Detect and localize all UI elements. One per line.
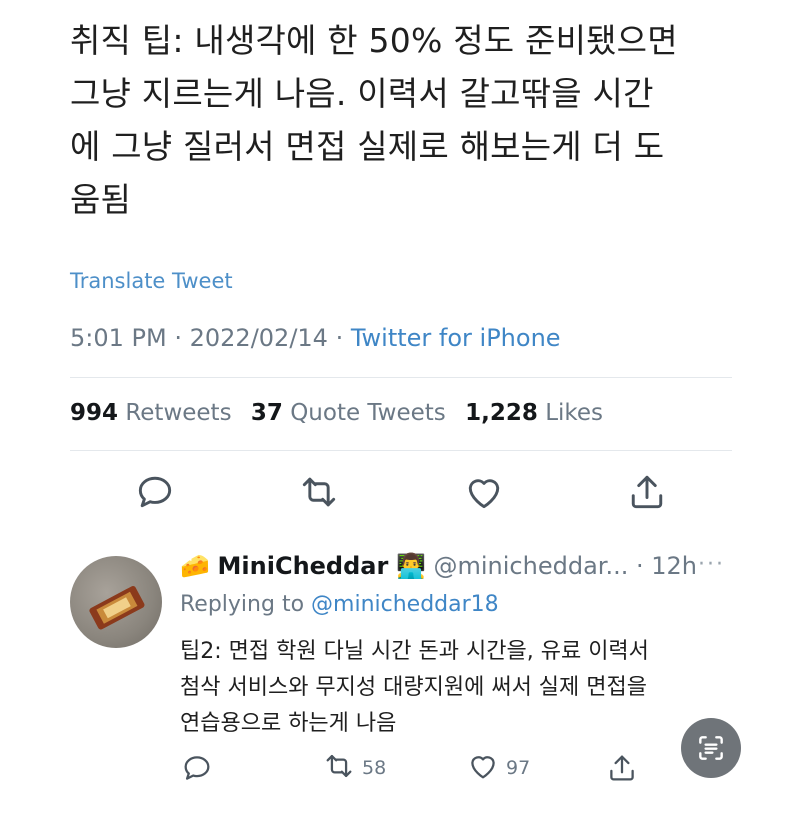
tweet-stats: 994 Retweets 37 Quote Tweets 1,228 Likes — [70, 400, 603, 426]
reply-body: 팁2: 면접 학원 다닐 시간 돈과 시간을, 유료 이력서 첨삭 서비스와 무… — [180, 634, 740, 742]
divider — [70, 450, 732, 451]
technologist-icon: 👨‍💻 — [395, 552, 426, 580]
cheese-icon: 🧀 — [180, 552, 210, 580]
tweet-body: 취직 팁: 내생각에 한 50% 정도 준비됐으면 그냥 지르는게 나음. 이력… — [70, 14, 760, 226]
tweet-source[interactable]: Twitter for iPhone — [351, 324, 561, 352]
divider — [70, 377, 732, 378]
text-scan-icon[interactable] — [681, 718, 741, 778]
tweet-date[interactable]: 2022/02/14 — [190, 324, 328, 352]
replying-to-mention[interactable]: @minicheddar18 — [311, 592, 499, 617]
tweet-action-bar — [0, 470, 800, 514]
reply-retweet-button[interactable]: 58 — [322, 748, 386, 788]
like-icon[interactable] — [462, 470, 506, 514]
reply-reply-icon[interactable] — [180, 748, 214, 788]
tweet-time: 5:01 PM — [70, 324, 167, 352]
tweet-line: 그냥 지르는게 나음. 이력서 갈고딲을 시간 — [70, 74, 654, 113]
reply-action-bar: 58 97 — [0, 748, 800, 788]
reply-display-name[interactable]: MiniCheddar — [218, 552, 389, 580]
tweet-detail-page: 취직 팁: 내생각에 한 50% 정도 준비됐으면 그냥 지르는게 나음. 이력… — [0, 0, 800, 820]
reply-icon[interactable] — [133, 470, 177, 514]
reply-like-button[interactable]: 97 — [466, 748, 530, 788]
reply-line: 첨삭 서비스와 무지성 대량지원에 써서 실제 면접을 — [180, 675, 648, 700]
reply-age: · 12h — [635, 552, 697, 580]
like-icon — [466, 749, 500, 787]
tweet-line: 움됨 — [70, 180, 132, 219]
translate-tweet-link[interactable]: Translate Tweet — [70, 269, 233, 293]
retweet-icon — [322, 749, 356, 787]
retweets-stat[interactable]: 994 Retweets — [70, 400, 232, 426]
reply-retweet-count: 58 — [362, 757, 387, 779]
tweet-line: 에 그냥 질러서 면접 실제로 해보는게 더 도 — [70, 127, 665, 166]
reply-line: 팁2: 면접 학원 다닐 시간 돈과 시간을, 유료 이력서 — [180, 639, 649, 664]
reply-line: 연습용으로 하는게 나음 — [180, 711, 397, 736]
reply-handle[interactable]: @minicheddar... — [434, 552, 629, 580]
reply-like-count: 97 — [506, 757, 531, 779]
quote-tweets-stat[interactable]: 37 Quote Tweets — [251, 400, 446, 426]
reply-header: 🧀 MiniCheddar 👨‍💻 @minicheddar... · 12h — [180, 552, 697, 580]
share-icon[interactable] — [625, 470, 669, 514]
replying-to: Replying to @minicheddar18 — [180, 592, 499, 617]
tweet-meta: 5:01 PM · 2022/02/14 · Twitter for iPhon… — [70, 324, 561, 352]
more-options-icon[interactable]: ··· — [698, 552, 725, 577]
tweet-line: 취직 팁: 내생각에 한 50% 정도 준비됐으면 — [70, 21, 678, 60]
likes-stat[interactable]: 1,228 Likes — [465, 400, 603, 426]
reply-share-icon[interactable] — [605, 748, 639, 788]
avatar[interactable] — [70, 556, 162, 648]
retweet-icon[interactable] — [297, 470, 341, 514]
